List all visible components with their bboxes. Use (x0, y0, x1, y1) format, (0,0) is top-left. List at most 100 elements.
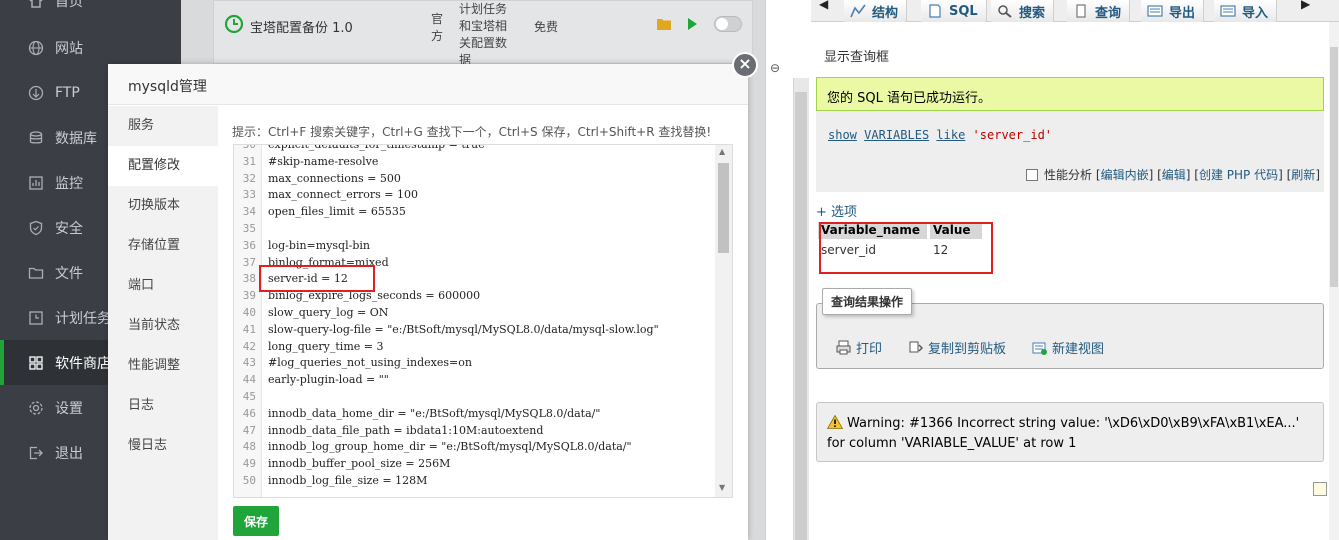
search-icon (998, 5, 1012, 18)
tabs-scroll-left-icon[interactable]: ◀ (819, 0, 828, 11)
refresh-link[interactable]: 刷新 (1291, 166, 1315, 183)
vertical-scrollbar-thumb[interactable] (795, 92, 807, 540)
plugin-toggle[interactable] (714, 16, 742, 32)
line-number: 46 (242, 406, 256, 420)
tab-export[interactable]: 导出 (1141, 0, 1205, 22)
line-text: #log_queries_not_using_indexes=on (268, 356, 472, 370)
line-number: 44 (242, 373, 256, 387)
executed-sql: show VARIABLES like 'server_id' (828, 128, 1052, 142)
line-number: 45 (242, 390, 256, 403)
import-icon (1220, 5, 1236, 17)
scroll-up-icon[interactable]: ▲ (719, 147, 725, 156)
editor-scrollbar[interactable]: ▲ ▼ (715, 145, 732, 497)
sidebar-item-label: FTP (55, 84, 80, 101)
profiling-label: 性能分析 (1044, 168, 1093, 182)
line-number: 42 (242, 339, 256, 353)
menu-item-port[interactable]: 端口 (108, 266, 218, 306)
line-number: 47 (242, 423, 256, 437)
code-line: 36 log-bin=mysql-bin (234, 238, 714, 255)
structure-icon (850, 4, 866, 18)
code-line: 45 (234, 389, 714, 406)
backup-clock-icon (224, 14, 244, 34)
link-icon[interactable]: ⊖ (770, 61, 780, 75)
print-icon (836, 340, 851, 355)
code-line: 49 innodb_buffer_pool_size = 256M (234, 456, 714, 473)
line-number: 32 (242, 171, 256, 185)
sql-keyword[interactable]: like (936, 128, 965, 142)
profiling-checkbox[interactable] (1026, 168, 1039, 181)
close-icon[interactable]: × (732, 52, 758, 78)
scroll-down-icon[interactable]: ▼ (719, 483, 725, 492)
dialog-body: 提示：Ctrl+F 搜索关键字，Ctrl+G 查找下一个，Ctrl+S 保存，C… (218, 106, 748, 540)
copy-to-clipboard-link[interactable]: 复制到剪贴板 (908, 338, 1006, 357)
tab-structure[interactable]: 结构 (844, 0, 908, 22)
tab-label: 搜索 (1019, 5, 1046, 21)
plugin-title: 宝塔配置备份 1.0 (250, 21, 353, 36)
menu-item-storage[interactable]: 存储位置 (108, 226, 218, 266)
menu-item-slow-log[interactable]: 慢日志 (108, 426, 218, 466)
dialog-title: mysqld管理 (128, 79, 207, 95)
tab-search[interactable]: 搜索 (991, 0, 1055, 22)
plugin-row: 宝塔配置备份 1.0 官方 计划任务和宝塔相关配置数据 免费 (213, 0, 753, 67)
sidebar-item-label: 计划任务 (55, 310, 111, 327)
sidebar-item-label: 首页 (55, 0, 83, 10)
tab-query[interactable]: 查询 (1067, 0, 1131, 22)
globe-icon (27, 39, 45, 57)
sidebar-item-label: 文件 (55, 265, 83, 282)
sidebar-item-home[interactable]: 首页 (0, 0, 181, 23)
line-text: explicit_defaults_for_timestamp = true (268, 144, 485, 151)
edit-inline-link[interactable]: 编辑内嵌 (1101, 166, 1149, 183)
folder-icon[interactable] (657, 18, 671, 30)
edit-link[interactable]: 编辑 (1162, 166, 1186, 183)
tab-import[interactable]: 导入 (1214, 0, 1278, 22)
mysqld-manager-dialog: mysqld管理 × 服务 配置修改 切换版本 存储位置 端口 当前状态 性能调… (108, 52, 758, 540)
pma-scrollbar[interactable] (1329, 22, 1339, 540)
menu-item-performance[interactable]: 性能调整 (108, 346, 218, 386)
show-query-box-link[interactable]: 显示查询框 (824, 46, 889, 65)
line-number: 38 (242, 272, 256, 286)
menu-item-switch-version[interactable]: 切换版本 (108, 186, 218, 226)
phpmyadmin-panel: ◀ 结构 SQL 搜索 查询 导出 导入 ▶ 显示查询框 您的 SQL 语句已成… (811, 0, 1339, 540)
config-editor[interactable]: 30 explicit_defaults_for_timestamp = true… (233, 144, 733, 498)
menu-item-log[interactable]: 日志 (108, 386, 218, 426)
folder-icon (27, 264, 45, 282)
play-icon[interactable] (686, 18, 698, 30)
sidebar-item-label: 退出 (55, 445, 83, 462)
new-view-icon (1032, 342, 1047, 355)
database-icon (27, 129, 45, 147)
op-label: 复制到剪贴板 (928, 342, 1007, 357)
line-text: max_connect_errors = 100 (268, 188, 418, 202)
line-number: 35 (242, 222, 256, 235)
pma-scroll-thumb[interactable] (1330, 47, 1338, 287)
sql-keyword[interactable]: VARIABLES (864, 128, 929, 142)
code-line: 35 (234, 221, 714, 238)
console-icon[interactable] (1313, 482, 1327, 496)
line-number: 39 (242, 289, 256, 303)
code-line: 42 long_query_time = 3 (234, 339, 714, 356)
op-label: 打印 (856, 342, 883, 357)
tabs-scroll-right-icon[interactable]: ▶ (1301, 0, 1310, 11)
tab-sql[interactable]: SQL (921, 0, 987, 22)
menu-item-config[interactable]: 配置修改 (108, 146, 218, 186)
scroll-thumb[interactable] (718, 163, 729, 253)
code-line: 43 #log_queries_not_using_indexes=on (234, 355, 714, 372)
sql-icon (929, 4, 941, 18)
tab-label: 导出 (1169, 5, 1196, 21)
options-link[interactable]: + 选项 (816, 201, 857, 220)
new-view-link[interactable]: 新建视图 (1032, 338, 1104, 357)
save-button[interactable]: 保存 (233, 506, 279, 536)
line-number: 37 (242, 255, 256, 269)
sql-keyword[interactable]: show (828, 128, 857, 142)
code-line: 46 innodb_data_home_dir = "e:/BtSoft/mysq… (234, 406, 714, 423)
menu-item-service[interactable]: 服务 (108, 106, 218, 146)
sidebar-item-label: 监控 (55, 175, 83, 192)
menu-item-status[interactable]: 当前状态 (108, 306, 218, 346)
line-number: 43 (242, 356, 256, 370)
warning-icon (827, 415, 843, 429)
logout-icon (27, 444, 45, 462)
dialog-menu: 服务 配置修改 切换版本 存储位置 端口 当前状态 性能调整 日志 慢日志 (108, 106, 218, 540)
line-text: innodb_data_home_dir = "e:/BtSoft/mysql/… (268, 406, 601, 420)
create-php-link[interactable]: 创建 PHP 代码 (1199, 166, 1278, 183)
print-link[interactable]: 打印 (836, 338, 882, 357)
warning-message: Warning: #1366 Incorrect string value: '… (816, 402, 1324, 462)
